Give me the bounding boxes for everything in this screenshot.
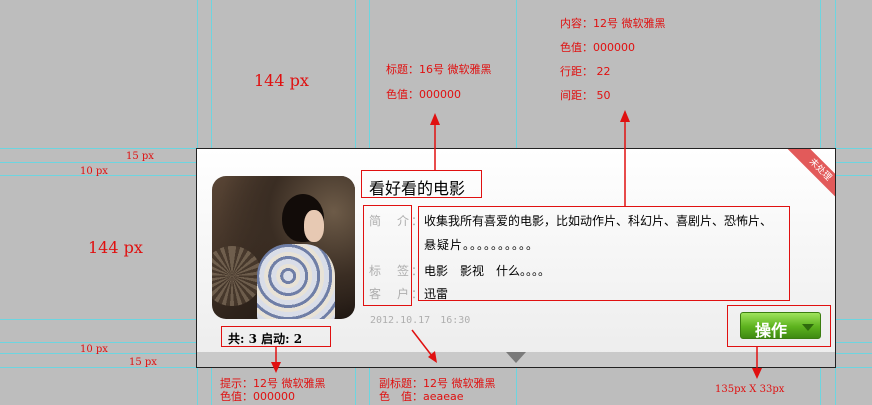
arrow-head-icon	[271, 362, 281, 373]
arrow-line	[411, 329, 433, 357]
arrow-head-icon	[752, 368, 762, 379]
arrow-head-icon	[430, 113, 440, 125]
arrow-head-icon	[620, 110, 630, 122]
annotation-arrows	[271, 110, 762, 379]
